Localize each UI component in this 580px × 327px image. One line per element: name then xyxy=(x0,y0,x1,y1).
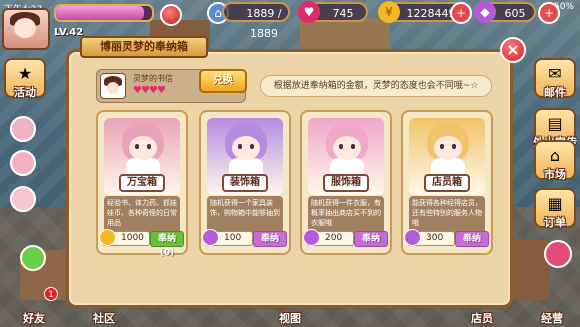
character-face xyxy=(434,136,462,160)
price-value: 300 xyxy=(426,233,444,243)
envelope-icon: ✉ xyxy=(548,64,562,83)
card-name: 店员箱 xyxy=(424,174,470,192)
gems-counter: ◆ 605 xyxy=(474,1,536,23)
order-button[interactable]: ▦ 订单 xyxy=(534,188,576,229)
card-description: 随机获得一个家具装饰，购物箱中能够抽到 xyxy=(207,196,283,236)
card-name: 服饰箱 xyxy=(323,174,369,192)
character-eye xyxy=(238,144,242,149)
character-face xyxy=(129,136,157,160)
price-value: 100 xyxy=(224,233,242,243)
gem-icon xyxy=(202,229,219,246)
character-eye xyxy=(339,144,343,149)
clipboard-icon: ▦ xyxy=(547,194,563,213)
player-level: LV.42 xyxy=(54,27,84,38)
character-face xyxy=(232,136,260,160)
star-icon: ★ xyxy=(17,64,33,83)
market-label: 市场 xyxy=(544,168,566,181)
activity-button[interactable]: ★ 活动 xyxy=(4,58,46,99)
price-display: 300 xyxy=(404,229,455,246)
offer-button[interactable]: 奉纳 xyxy=(354,231,388,247)
add-gems-button[interactable]: + xyxy=(538,2,560,24)
mail-label: 邮件 xyxy=(544,86,566,99)
heart-icon: ♥ xyxy=(298,1,320,23)
clerk-label: 店员 xyxy=(471,312,493,325)
offer-button[interactable]: 奉纳 xyxy=(455,231,489,247)
affection-hearts: ♥♥♥♥ xyxy=(133,85,166,96)
red-orb-button[interactable] xyxy=(160,4,182,26)
price-value: 1000 xyxy=(121,233,144,243)
coin-icon: ¥ xyxy=(378,1,400,23)
chat-bubble-icon[interactable] xyxy=(20,245,46,271)
avatar-face xyxy=(14,18,36,38)
experience-bar xyxy=(54,4,154,22)
hearts-counter: ♥ 745 xyxy=(298,1,368,23)
friends-label: 好友 xyxy=(23,312,45,325)
card-artwork: 装饰箱 xyxy=(207,118,283,195)
character-eye xyxy=(250,144,254,149)
market-button[interactable]: ⌂ 市场 xyxy=(534,140,576,181)
character-eye xyxy=(147,144,151,149)
home-icon[interactable] xyxy=(544,240,572,268)
gem-icon xyxy=(404,229,421,246)
market-stall-icon: ⌂ xyxy=(549,146,561,165)
price-display: 200 xyxy=(303,229,354,246)
letter-title: 灵梦的书信 xyxy=(133,74,173,83)
side-avatar-1[interactable] xyxy=(10,116,36,142)
character-eye xyxy=(135,144,139,149)
order-label: 订单 xyxy=(544,216,566,229)
character-eye xyxy=(440,144,444,149)
dialog-title: 博丽灵梦的奉纳箱 xyxy=(80,36,208,58)
character-eye xyxy=(452,144,456,149)
coin-icon xyxy=(99,229,116,246)
card-name: 装饰箱 xyxy=(222,174,268,192)
experience-bar-fill xyxy=(56,6,145,20)
mail-button[interactable]: ✉ 邮件 xyxy=(534,58,576,99)
side-avatar-3[interactable] xyxy=(10,186,36,212)
gem-icon: ◆ xyxy=(474,1,496,23)
card-name: 万宝箱 xyxy=(119,174,165,192)
offer-button[interactable]: 奉纳 xyxy=(253,231,287,247)
redeem-button[interactable]: 兑换 xyxy=(199,69,247,93)
price-display: 1000 xyxy=(99,229,150,246)
hearts-value: 745 xyxy=(332,7,354,20)
friends-button[interactable]: 好友 xyxy=(14,297,54,327)
side-avatar-2[interactable] xyxy=(10,150,36,176)
activity-label: 活动 xyxy=(14,86,36,99)
manage-label: 经营 xyxy=(541,312,563,325)
card-description: 经验书、体力药、抓娃娃币、各种奇怪的日常用品 xyxy=(104,196,180,236)
add-coins-button[interactable]: + xyxy=(450,2,472,24)
gems-value: 605 xyxy=(504,7,526,20)
avatar-face xyxy=(107,82,119,94)
energy-counter: 1889 / 1889 xyxy=(222,2,290,40)
character-eye xyxy=(351,144,355,149)
price-display: 100 xyxy=(202,229,253,246)
character-face xyxy=(333,136,361,160)
card-artwork: 万宝箱 xyxy=(104,118,180,195)
manage-button[interactable]: 经营 xyxy=(532,297,572,327)
gem-icon xyxy=(303,229,320,246)
card-artwork: 店员箱 xyxy=(409,118,485,195)
community-label: 社区 xyxy=(93,312,115,325)
card-description: 能获得各种经得店员，还有些特别的服务人物哦 xyxy=(409,196,485,236)
player-avatar[interactable] xyxy=(2,8,50,50)
coins-value: 1228449 xyxy=(406,7,456,20)
card-artwork: 服饰箱 xyxy=(308,118,384,195)
offer-button[interactable]: 奉纳(0) xyxy=(150,231,184,258)
flyer-icon: ▤ xyxy=(547,114,563,133)
close-button[interactable]: × xyxy=(500,37,526,63)
price-value: 200 xyxy=(325,233,343,243)
friends-notification-badge: 1 xyxy=(44,287,58,301)
energy-value: 1889 / 1889 xyxy=(246,7,282,40)
card-description: 随机获得一件衣服，有概率抽出商店买不到的衣服哦 xyxy=(308,196,384,236)
tip-text: 根据放进奉纳箱的金额，灵梦的态度也会不同哦~☆ xyxy=(260,75,492,97)
view-label: 视图 xyxy=(279,312,301,325)
reimu-avatar xyxy=(100,73,126,99)
